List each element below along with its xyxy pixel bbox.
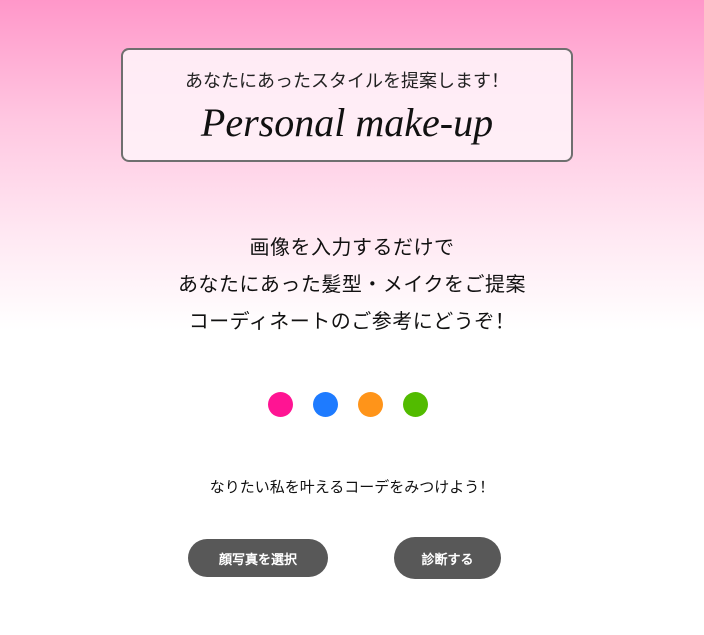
pink-dot — [268, 392, 293, 417]
diagnose-button[interactable]: 診断する — [394, 537, 501, 579]
description-line-1: 画像を入力するだけで — [249, 235, 455, 259]
select-photo-button[interactable]: 顔写真を選択 — [188, 539, 328, 577]
hero-subtitle: あなたにあったスタイルを提案します！ — [185, 71, 509, 92]
orange-dot — [358, 392, 383, 417]
blue-dot — [313, 392, 338, 417]
color-indicator-dots — [268, 392, 428, 418]
green-dot — [403, 392, 428, 417]
prompt-text: なりたい私を叶えるコーデをみつけよう！ — [209, 478, 495, 496]
description-text: 画像を入力するだけで あなたにあった髪型・メイクをご提案 コーディネートのご参考… — [0, 229, 704, 340]
hero-title: Personal make-up — [200, 100, 494, 145]
description-line-3: コーディネートのご参考にどうぞ！ — [188, 309, 516, 333]
description-line-2: あなたにあった髪型・メイクをご提案 — [177, 272, 527, 296]
hero-card: あなたにあったスタイルを提案します！ Personal make-up — [121, 48, 573, 162]
